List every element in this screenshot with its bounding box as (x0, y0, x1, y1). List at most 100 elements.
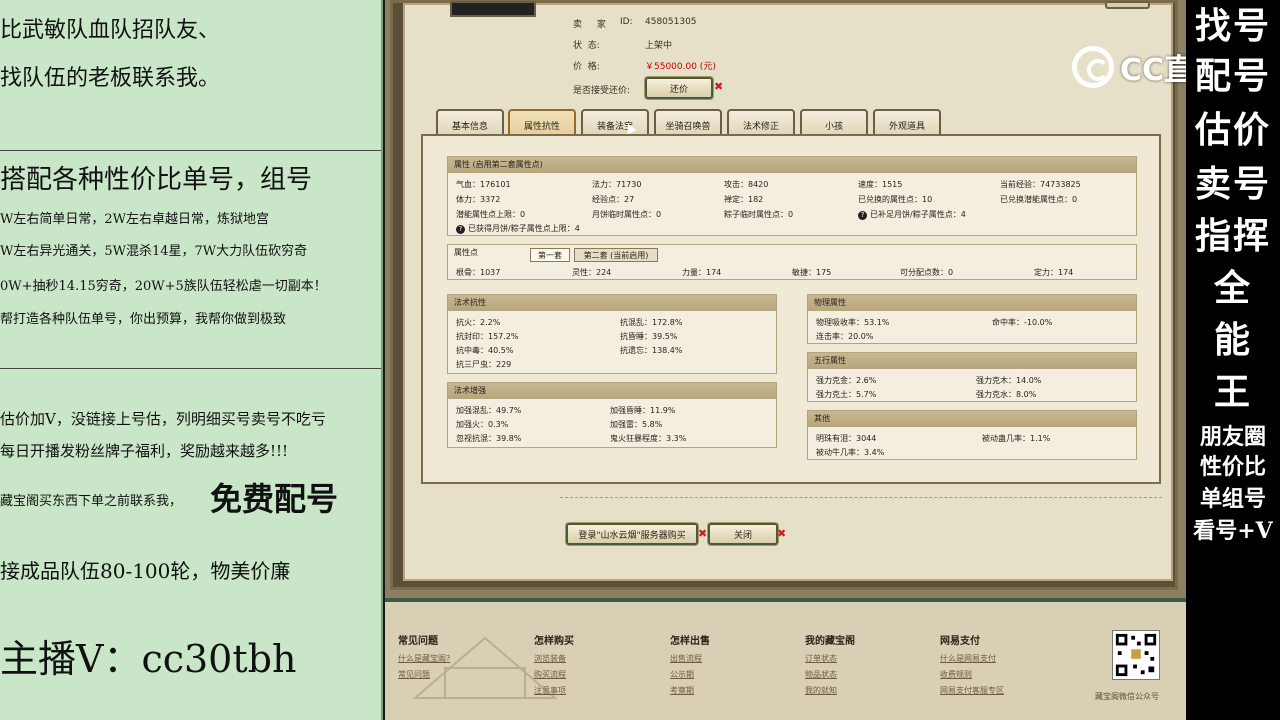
stat-zongzi-temp: 粽子临时属性点：0 (724, 210, 794, 219)
points-set-1-tab[interactable]: 第一套 (530, 248, 570, 262)
stat-potential-cap: 潜能属性点上限：0 (456, 210, 526, 219)
footer-link[interactable]: 出售流程 (670, 653, 702, 664)
stat-exp: 当前经验：74733825 (1000, 180, 1081, 189)
resist-cell: 抗昏睡：39.5% (620, 332, 678, 341)
footer-link[interactable]: 公示期 (670, 669, 694, 680)
stat-mooncake-temp: 月饼临时属性点：0 (592, 210, 662, 219)
boost-cell: 加强昏睡：11.9% (610, 406, 676, 415)
promo-line-1: 比武敏队血队招队友、 (0, 18, 221, 43)
stat-exp-points: 经验点：27 (592, 195, 635, 204)
right-promo-panel: 找号 配号 估价 卖号 指挥 全 能 王 朋友圈 性价比 单组号 看号+V (1186, 0, 1280, 720)
point-assignable: 可分配点数：0 (900, 268, 954, 277)
close-button[interactable]: 关闭 (708, 523, 778, 545)
status-label: 状 态: (573, 41, 600, 51)
promo-small-line: 单组号 (1199, 486, 1266, 512)
footer-title-buy: 怎样购买 (534, 636, 574, 647)
login-buy-button[interactable]: 登录"山水云烟"服务器购买 (566, 523, 698, 545)
promo-line-9: 每日开播发粉丝牌子福利，奖励越来越多!!! (0, 442, 289, 460)
footer-link[interactable]: 考察期 (670, 685, 694, 696)
question-icon[interactable]: ? (456, 225, 465, 234)
cc-logo-icon (1072, 46, 1114, 88)
section-title: 五行属性 (808, 353, 1136, 369)
other-section: 其他 明珠有泪：3044 被动蛊几率：1.1% 被动牛几率：3.4% (807, 410, 1137, 460)
footer-link[interactable]: 常见问题 (398, 669, 430, 680)
divider (0, 368, 381, 369)
footer-link[interactable]: 网易支付客服专区 (940, 685, 1004, 696)
left-promo-panel: 比武敏队血队招队友、 找队伍的老板联系我。 搭配各种性价比单号，组号 W左右简单… (0, 0, 383, 720)
game-window: 卖 家 ID: 458051305 状 态: 上架中 价 格: ￥55000.0… (385, 0, 1186, 720)
boost-cell: 加强混乱：49.7% (456, 406, 522, 415)
footer-link[interactable]: 购买流程 (534, 669, 566, 680)
resist-cell: 抗中毒：40.5% (456, 346, 514, 355)
promo-vertical-line: 配号 (1194, 55, 1271, 97)
promo-vertical-line: 王 (1213, 371, 1252, 413)
stat-mooncake-filled: ? 已补足月饼/粽子属性点：4 (858, 209, 966, 220)
section-title: 其他 (808, 411, 1136, 427)
footer-link[interactable]: 我的就知 (805, 685, 837, 696)
section-title: 属性 (启用第二套属性点) (448, 157, 1136, 173)
resist-cell: 抗三尸虫：229 (456, 360, 512, 369)
boost-cell: 加强火：0.3% (456, 420, 509, 429)
section-title: 法术抗性 (448, 295, 776, 311)
point-strength: 力量：174 (682, 268, 722, 277)
divider (560, 497, 1162, 498)
resist-cell: 抗遗忘：138.4% (620, 346, 683, 355)
attribute-points-section: 属性点 第一套 第二套 (当前启用) 根骨：1037 灵性：224 力量：174… (447, 244, 1137, 280)
promo-vertical-line: 能 (1213, 319, 1252, 361)
other-cell: 被动蛊几率：1.1% (982, 434, 1051, 443)
price-label: 价 格: (573, 62, 600, 72)
footer-link[interactable]: 注意事项 (534, 685, 566, 696)
element-cell: 强力克水：8.0% (976, 390, 1037, 399)
attribute-content-panel: 属性 (启用第二套属性点) 气血：176101 法力：71730 攻击：8420… (421, 134, 1161, 484)
footer-title-my: 我的藏宝阁 (805, 636, 855, 647)
stat-exchanged-potential: 已兑换潜能属性点：0 (1000, 195, 1078, 204)
footer-link[interactable]: 什么是网易支付 (940, 653, 996, 664)
element-cell: 强力克金：2.6% (816, 376, 877, 385)
resist-cell: 抗火：2.2% (456, 318, 501, 327)
promo-small-line: 性价比 (1199, 454, 1266, 480)
boost-cell: 忽视抗混：39.8% (456, 434, 522, 443)
stat-mooncake-cap-text: 已获得月饼/粽子属性点上限：4 (468, 224, 580, 233)
question-icon[interactable]: ? (858, 211, 867, 220)
top-right-button[interactable] (1105, 1, 1150, 9)
boost-cell: 加强雷：5.8% (610, 420, 663, 429)
physical-cell: 连击率：20.0% (816, 332, 874, 341)
footer-link[interactable]: 订单状态 (805, 653, 837, 664)
spell-boost-section: 法术增强 加强混乱：49.7% 加强昏睡：11.9% 加强火：0.3% 加强雷：… (447, 382, 777, 448)
qr-caption: 藏宝阁微信公众号 (1095, 692, 1159, 701)
section-title: 属性点 (454, 248, 478, 257)
promo-line-6: 0W+抽秒14.15穷奇，20W+5族队伍轻松虐一切副本！ (0, 279, 327, 294)
promo-small-line: 看号+V (1193, 518, 1273, 544)
stat-mp: 法力：71730 (592, 180, 642, 189)
attributes-section: 属性 (启用第二套属性点) 气血：176101 法力：71730 攻击：8420… (447, 156, 1137, 236)
footer-link[interactable]: 什么是藏宝阁? (398, 653, 450, 664)
boost-cell: 鬼火狂暴程度：3.3% (610, 434, 687, 443)
close-icon: ✖ (777, 527, 787, 540)
footer-link[interactable]: 浏览装备 (534, 653, 566, 664)
promo-line-2: 找队伍的老板联系我。 (0, 66, 221, 91)
point-spirit: 灵性：224 (572, 268, 612, 277)
close-icon: ✖ (698, 527, 708, 540)
counter-offer-button[interactable]: 还价 (645, 77, 713, 99)
section-title: 法术增强 (448, 383, 776, 399)
point-endurance: 定力：174 (1034, 268, 1074, 277)
footer-title-pay: 网易支付 (940, 636, 980, 647)
promo-line-10-big: 免费配号 (210, 480, 339, 518)
promo-line-3: 搭配各种性价比单号，组号 (0, 165, 313, 195)
site-footer: 常见问题 什么是藏宝阁? 常见问题 怎样购买 浏览装备 购买流程 注意事项 怎样… (385, 598, 1186, 720)
stat-attack: 攻击：8420 (724, 180, 769, 189)
promo-line-10-small: 藏宝阁买东西下单之前联系我， (0, 494, 183, 509)
footer-link[interactable]: 物品状态 (805, 669, 837, 680)
points-set-2-tab[interactable]: 第二套 (当前启用) (574, 248, 658, 262)
promo-line-8: 估价加V，没链接上号估，列明细买号卖号不吃亏 (0, 410, 326, 428)
promo-line-7: 帮打造各种队伍单号，你出预算，我帮你做到极致 (0, 312, 287, 327)
promo-line-11: 接成品队伍80-100轮，物美价廉 (0, 559, 291, 583)
physical-section: 物理属性 物理吸收率：53.1% 命中率：-10.0% 连击率：20.0% (807, 294, 1137, 344)
stat-mooncake-filled-text: 已补足月饼/粽子属性点：4 (870, 210, 966, 219)
spell-resist-section: 法术抗性 抗火：2.2% 抗混乱：172.8% 抗封印：157.2% 抗昏睡：3… (447, 294, 777, 374)
seller-label: 卖 家 (573, 20, 612, 30)
footer-link[interactable]: 收费规则 (940, 669, 972, 680)
five-elements-section: 五行属性 强力克金：2.6% 强力克木：14.0% 强力克土：5.7% 强力克水… (807, 352, 1137, 402)
close-icon: ✖ (714, 80, 724, 93)
footer-title-faq: 常见问题 (398, 636, 438, 647)
